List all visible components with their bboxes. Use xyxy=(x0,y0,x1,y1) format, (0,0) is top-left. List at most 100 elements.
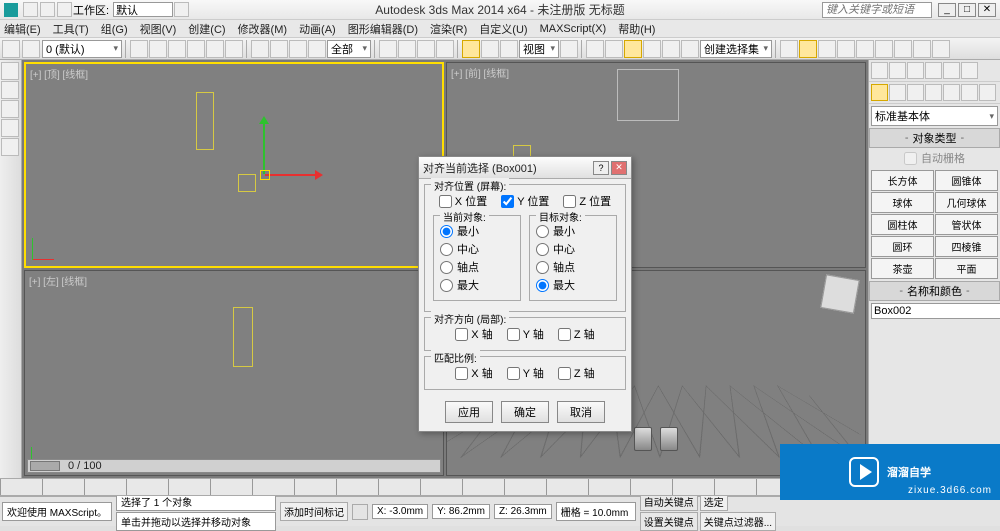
menu-customize[interactable]: 自定义(U) xyxy=(479,21,527,37)
menu-render[interactable]: 渲染(R) xyxy=(430,21,467,37)
menu-modifiers[interactable]: 修改器(M) xyxy=(238,21,288,37)
tab-icon-4[interactable] xyxy=(925,62,942,79)
move-tool-icon[interactable] xyxy=(462,40,480,58)
workspace-menu-icon[interactable] xyxy=(174,2,189,17)
scale-tool-icon[interactable] xyxy=(500,40,518,58)
material-icon[interactable] xyxy=(875,40,893,58)
set-key-button[interactable]: 设置关键点 xyxy=(640,512,698,531)
menu-graph[interactable]: 图形编辑器(D) xyxy=(348,21,418,37)
maxscript-listener[interactable]: 欢迎使用 MAXScript。 xyxy=(2,502,112,521)
chk-z-pos[interactable]: Z 位置 xyxy=(563,193,611,209)
coord-y[interactable]: Y: 86.2mm xyxy=(432,504,490,519)
chk-orient-x[interactable]: X 轴 xyxy=(455,326,492,342)
align-icon[interactable] xyxy=(799,40,817,58)
menu-animation[interactable]: 动画(A) xyxy=(299,21,336,37)
tool-btn-1[interactable] xyxy=(130,40,148,58)
btn-torus[interactable]: 圆环 xyxy=(871,236,934,257)
render-setup-icon[interactable] xyxy=(894,40,912,58)
render-frame-icon[interactable] xyxy=(913,40,931,58)
tool-btn-5[interactable] xyxy=(206,40,224,58)
schematic-icon[interactable] xyxy=(856,40,874,58)
time-slider-thumb[interactable] xyxy=(30,461,60,471)
btn-tube[interactable]: 管状体 xyxy=(935,214,998,235)
percent-snap-icon[interactable] xyxy=(662,40,680,58)
btn-cylinder[interactable]: 圆柱体 xyxy=(871,214,934,235)
lt-btn-5[interactable] xyxy=(1,138,19,156)
search-input[interactable] xyxy=(822,2,932,18)
layer-freeze-icon[interactable] xyxy=(22,40,40,58)
radio-tgt-pivot[interactable]: 轴点 xyxy=(536,258,610,276)
radio-cur-min[interactable]: 最小 xyxy=(440,222,514,240)
tab-icon-1[interactable] xyxy=(871,62,888,79)
rotate-tool-icon[interactable] xyxy=(481,40,499,58)
create-geom-icon[interactable] xyxy=(871,84,888,101)
angle-snap-icon[interactable] xyxy=(643,40,661,58)
menu-maxscript[interactable]: MAXScript(X) xyxy=(540,23,607,35)
btn-sphere[interactable]: 球体 xyxy=(871,192,934,213)
btn-geosphere[interactable]: 几何球体 xyxy=(935,192,998,213)
chk-scale-x[interactable]: X 轴 xyxy=(455,365,492,381)
tool-btn-14[interactable] xyxy=(586,40,604,58)
redo-icon[interactable] xyxy=(40,2,55,17)
chk-scale-y[interactable]: Y 轴 xyxy=(507,365,544,381)
close-button[interactable]: ✕ xyxy=(978,3,996,17)
radio-cur-max[interactable]: 最大 xyxy=(440,276,514,294)
tool-btn-4[interactable] xyxy=(187,40,205,58)
dialog-titlebar[interactable]: 对齐当前选择 (Box001) ? ✕ xyxy=(419,157,631,179)
filter-icon[interactable] xyxy=(308,40,326,58)
create-system-icon[interactable] xyxy=(979,84,996,101)
menu-help[interactable]: 帮助(H) xyxy=(618,21,655,37)
pivot-icon[interactable] xyxy=(560,40,578,58)
chk-y-pos[interactable]: Y 位置 xyxy=(501,193,549,209)
mirror-icon[interactable] xyxy=(780,40,798,58)
menu-edit[interactable]: 编辑(E) xyxy=(4,21,41,37)
tab-icon-5[interactable] xyxy=(943,62,960,79)
radio-cur-pivot[interactable]: 轴点 xyxy=(440,258,514,276)
chk-scale-z[interactable]: Z 轴 xyxy=(558,365,595,381)
link-icon[interactable] xyxy=(57,2,72,17)
gizmo-origin[interactable] xyxy=(260,170,270,180)
layers-icon[interactable] xyxy=(818,40,836,58)
dialog-close-icon[interactable]: ✕ xyxy=(611,161,627,175)
filter-select[interactable]: 全部 xyxy=(327,40,371,58)
cancel-button[interactable]: 取消 xyxy=(557,401,605,423)
apply-button[interactable]: 应用 xyxy=(445,401,493,423)
radio-tgt-max[interactable]: 最大 xyxy=(536,276,610,294)
coord-z[interactable]: Z: 26.3mm xyxy=(494,504,552,519)
gizmo-x-axis[interactable] xyxy=(265,174,317,176)
radio-tgt-min[interactable]: 最小 xyxy=(536,222,610,240)
dialog-help-icon[interactable]: ? xyxy=(593,161,609,175)
tab-icon-2[interactable] xyxy=(889,62,906,79)
section-object-type[interactable]: 对象类型 xyxy=(869,128,1000,148)
create-space-icon[interactable] xyxy=(961,84,978,101)
add-time-tag[interactable]: 添加时间标记 xyxy=(280,502,348,521)
select-icon[interactable] xyxy=(251,40,269,58)
create-camera-icon[interactable] xyxy=(925,84,942,101)
named-sel-set[interactable]: 创建选择集 xyxy=(700,40,772,58)
btn-teapot[interactable]: 茶壶 xyxy=(871,258,934,279)
maximize-button[interactable]: □ xyxy=(958,3,976,17)
select-region-icon[interactable] xyxy=(289,40,307,58)
tab-icon-6[interactable] xyxy=(961,62,978,79)
curve-editor-icon[interactable] xyxy=(837,40,855,58)
lt-btn-4[interactable] xyxy=(1,119,19,137)
tool-btn-11[interactable] xyxy=(436,40,454,58)
workspace-select[interactable] xyxy=(113,2,173,17)
key-filter-button[interactable]: 关键点过滤器... xyxy=(700,512,776,531)
menu-create[interactable]: 创建(C) xyxy=(188,21,225,37)
lock-selection-icon[interactable] xyxy=(352,504,368,520)
layer-visible-icon[interactable] xyxy=(2,40,20,58)
btn-pyramid[interactable]: 四棱锥 xyxy=(935,236,998,257)
create-helper-icon[interactable] xyxy=(943,84,960,101)
lt-btn-3[interactable] xyxy=(1,100,19,118)
chk-orient-y[interactable]: Y 轴 xyxy=(507,326,544,342)
refcoord-select[interactable]: 视图 xyxy=(519,40,559,58)
section-name-color[interactable]: 名称和颜色 xyxy=(869,281,1000,301)
gizmo-y-axis[interactable] xyxy=(263,122,265,174)
chk-orient-z[interactable]: Z 轴 xyxy=(558,326,595,342)
tool-btn-6[interactable] xyxy=(225,40,243,58)
menu-view[interactable]: 视图(V) xyxy=(140,21,177,37)
object-name-input[interactable] xyxy=(871,303,1000,319)
layer-select[interactable]: 0 (默认) xyxy=(42,40,122,58)
minimize-button[interactable]: _ xyxy=(938,3,956,17)
